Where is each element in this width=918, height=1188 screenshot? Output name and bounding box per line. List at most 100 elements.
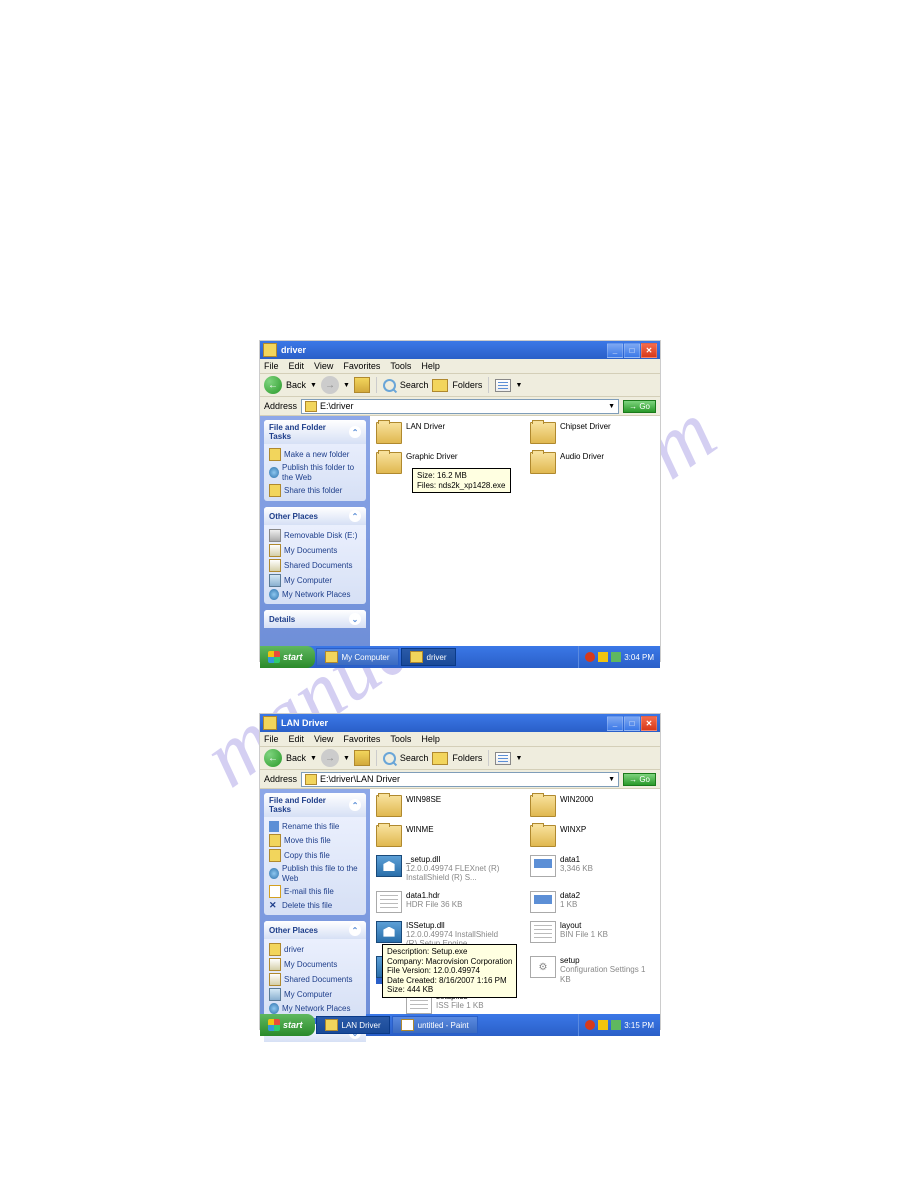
system-tray[interactable]: 3:15 PM <box>578 1014 660 1036</box>
back-label[interactable]: Back <box>286 380 306 390</box>
taskbar-item-active[interactable]: driver <box>401 648 456 666</box>
folder-item[interactable]: Audio Driver <box>530 452 654 474</box>
menu-edit[interactable]: Edit <box>289 734 305 744</box>
address-input[interactable]: E:\driver ▼ <box>301 399 619 414</box>
tray-icon[interactable] <box>585 652 595 662</box>
forward-button[interactable]: → <box>321 376 339 394</box>
file-item[interactable]: WINME <box>376 825 500 847</box>
views-dropdown-icon[interactable]: ▼ <box>515 755 522 762</box>
forward-dropdown-icon[interactable]: ▼ <box>343 382 350 389</box>
task-publish[interactable]: Publish this folder to the Web <box>269 462 361 483</box>
details-header[interactable]: Details⌄ <box>264 610 366 628</box>
file-item[interactable]: WIN2000 <box>530 795 654 817</box>
menu-favorites[interactable]: Favorites <box>343 361 380 371</box>
search-label[interactable]: Search <box>400 753 429 763</box>
collapse-icon[interactable]: ⌃ <box>349 426 361 438</box>
menu-file[interactable]: File <box>264 361 279 371</box>
file-item[interactable]: data21 KB <box>530 891 654 913</box>
task-new-folder[interactable]: Make a new folder <box>269 447 361 462</box>
file-tasks-header[interactable]: File and Folder Tasks⌃ <box>264 793 366 817</box>
search-label[interactable]: Search <box>400 380 429 390</box>
tray-icon[interactable] <box>611 1020 621 1030</box>
address-dropdown-icon[interactable]: ▼ <box>608 776 615 783</box>
place-shared[interactable]: Shared Documents <box>269 972 361 987</box>
tray-icon[interactable] <box>598 1020 608 1030</box>
folders-label[interactable]: Folders <box>452 753 482 763</box>
go-button[interactable]: → Go <box>623 773 656 786</box>
up-button[interactable] <box>354 377 370 393</box>
place-docs[interactable]: My Documents <box>269 957 361 972</box>
collapse-icon[interactable]: ⌃ <box>349 799 361 811</box>
menu-edit[interactable]: Edit <box>289 361 305 371</box>
back-label[interactable]: Back <box>286 753 306 763</box>
menu-tools[interactable]: Tools <box>390 361 411 371</box>
file-item[interactable]: WINXP <box>530 825 654 847</box>
menu-tools[interactable]: Tools <box>390 734 411 744</box>
folder-item[interactable]: LAN Driver <box>376 422 500 444</box>
start-button[interactable]: start <box>260 646 315 668</box>
back-button[interactable]: ← <box>264 749 282 767</box>
place-shared[interactable]: Shared Documents <box>269 558 361 573</box>
maximize-button[interactable]: □ <box>624 343 640 358</box>
file-item[interactable]: data1.hdrHDR File 36 KB <box>376 891 500 913</box>
task-delete[interactable]: ✕Delete this file <box>269 899 361 912</box>
address-input[interactable]: E:\driver\LAN Driver ▼ <box>301 772 619 787</box>
task-copy[interactable]: Copy this file <box>269 848 361 863</box>
forward-button[interactable]: → <box>321 749 339 767</box>
tray-icon[interactable] <box>585 1020 595 1030</box>
task-move[interactable]: Move this file <box>269 833 361 848</box>
start-button[interactable]: start <box>260 1014 315 1036</box>
place-drive[interactable]: Removable Disk (E:) <box>269 528 361 543</box>
views-dropdown-icon[interactable]: ▼ <box>515 382 522 389</box>
place-network[interactable]: My Network Places <box>269 588 361 601</box>
forward-dropdown-icon[interactable]: ▼ <box>343 755 350 762</box>
minimize-button[interactable]: _ <box>607 343 623 358</box>
collapse-icon[interactable]: ⌃ <box>349 924 361 936</box>
taskbar-item[interactable]: untitled - Paint <box>392 1016 478 1034</box>
file-tasks-header[interactable]: File and Folder Tasks⌃ <box>264 420 366 444</box>
back-button[interactable]: ← <box>264 376 282 394</box>
file-item[interactable]: WIN98SE <box>376 795 500 817</box>
collapse-icon[interactable]: ⌃ <box>349 510 361 522</box>
close-button[interactable]: ✕ <box>641 343 657 358</box>
folders-icon[interactable] <box>432 379 448 392</box>
close-button[interactable]: ✕ <box>641 716 657 731</box>
folder-item[interactable]: Chipset Driver <box>530 422 654 444</box>
menu-help[interactable]: Help <box>421 734 440 744</box>
folders-label[interactable]: Folders <box>452 380 482 390</box>
up-button[interactable] <box>354 750 370 766</box>
other-places-header[interactable]: Other Places⌃ <box>264 507 366 525</box>
menu-view[interactable]: View <box>314 361 333 371</box>
task-share[interactable]: Share this folder <box>269 483 361 498</box>
place-computer[interactable]: My Computer <box>269 573 361 588</box>
system-tray[interactable]: 3:04 PM <box>578 646 660 668</box>
other-places-header[interactable]: Other Places⌃ <box>264 921 366 939</box>
maximize-button[interactable]: □ <box>624 716 640 731</box>
menu-help[interactable]: Help <box>421 361 440 371</box>
go-button[interactable]: → Go <box>623 400 656 413</box>
file-item[interactable]: _setup.dll12.0.0.49974 FLEXnet (R) Insta… <box>376 855 500 883</box>
file-item[interactable]: data13,346 KB <box>530 855 654 883</box>
folders-icon[interactable] <box>432 752 448 765</box>
menu-favorites[interactable]: Favorites <box>343 734 380 744</box>
menu-file[interactable]: File <box>264 734 279 744</box>
task-email[interactable]: E-mail this file <box>269 884 361 899</box>
address-dropdown-icon[interactable]: ▼ <box>608 403 615 410</box>
file-item[interactable]: setupConfiguration Settings 1 KB <box>530 956 654 984</box>
taskbar-item[interactable]: My Computer <box>316 648 399 666</box>
expand-icon[interactable]: ⌄ <box>349 613 361 625</box>
views-button[interactable] <box>495 752 511 765</box>
taskbar-item-active[interactable]: LAN Driver <box>316 1016 390 1034</box>
search-icon[interactable] <box>383 379 396 392</box>
tray-icon[interactable] <box>598 652 608 662</box>
search-icon[interactable] <box>383 752 396 765</box>
menu-view[interactable]: View <box>314 734 333 744</box>
file-item[interactable]: layoutBIN File 1 KB <box>530 921 654 949</box>
views-button[interactable] <box>495 379 511 392</box>
back-dropdown-icon[interactable]: ▼ <box>310 382 317 389</box>
minimize-button[interactable]: _ <box>607 716 623 731</box>
task-rename[interactable]: Rename this file <box>269 820 361 833</box>
tray-icon[interactable] <box>611 652 621 662</box>
place-driver[interactable]: driver <box>269 942 361 957</box>
place-computer[interactable]: My Computer <box>269 987 361 1002</box>
